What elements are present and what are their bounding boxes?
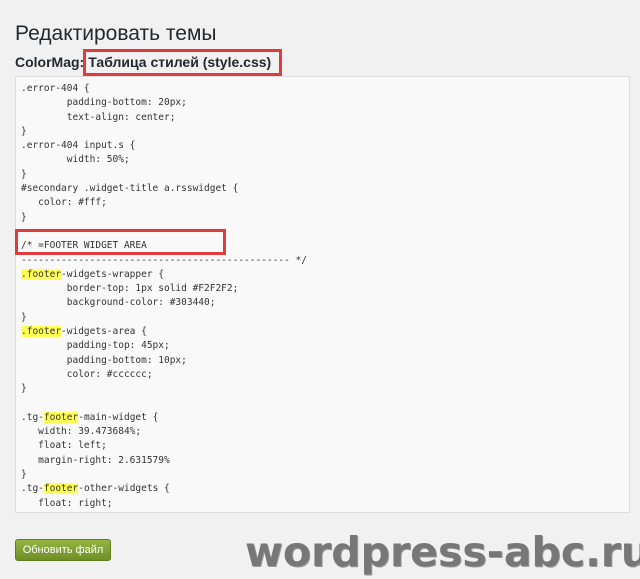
code-line: padding-bottom: 20px; bbox=[21, 96, 629, 110]
code-text: -main-widget { bbox=[78, 411, 159, 423]
code-text: } bbox=[21, 125, 27, 137]
code-text: border-top: 1px solid #F2F2F2; bbox=[21, 283, 239, 295]
code-text: margin-right: 2.631579% bbox=[21, 454, 170, 466]
code-text: } bbox=[21, 383, 27, 395]
code-text: padding-bottom: 10px; bbox=[21, 354, 187, 366]
code-text: text-align: center; bbox=[21, 111, 176, 123]
code-text: width: 50%; bbox=[21, 154, 130, 166]
code-text: } bbox=[21, 168, 27, 180]
code-text: /* =FOOTER WIDGET AREA bbox=[21, 240, 147, 252]
code-text: .tg- bbox=[21, 483, 44, 495]
code-line: .tg-footer-main-widget { bbox=[21, 411, 629, 425]
code-line: } bbox=[21, 168, 629, 182]
code-text: background-color: #303440; bbox=[21, 297, 216, 309]
code-text: } bbox=[21, 311, 27, 323]
code-content[interactable]: .error-404 { padding-bottom: 20px; text-… bbox=[16, 77, 629, 511]
code-line: .error-404 input.s { bbox=[21, 139, 629, 153]
code-text: -widgets-area { bbox=[61, 326, 147, 338]
code-line: margin-right: 2.631579% bbox=[21, 454, 629, 468]
file-heading: ColorMag: Таблица стилей (style.css) bbox=[15, 49, 283, 76]
code-line: border-top: 1px solid #F2F2F2; bbox=[21, 282, 629, 296]
code-line: text-align: center; bbox=[21, 111, 629, 125]
code-line: background-color: #303440; bbox=[21, 296, 629, 310]
code-text: ----------------------------------------… bbox=[21, 254, 307, 266]
code-line: padding-bottom: 10px; bbox=[21, 354, 629, 368]
search-highlight: .footer bbox=[21, 268, 62, 280]
search-highlight: .footer bbox=[21, 326, 62, 338]
code-editor[interactable]: .error-404 { padding-bottom: 20px; text-… bbox=[15, 76, 630, 513]
code-text: -widgets-wrapper { bbox=[61, 268, 164, 280]
code-line: width: 50%; bbox=[21, 153, 629, 167]
code-line: ----------------------------------------… bbox=[21, 254, 629, 268]
code-line: color: #cccccc; bbox=[21, 368, 629, 382]
code-text: #secondary .widget-title a.rsswidget { bbox=[21, 183, 239, 195]
code-line: float: right; bbox=[21, 497, 629, 511]
search-highlight: footer bbox=[43, 411, 79, 423]
code-line: } bbox=[21, 468, 629, 482]
code-line: /* =FOOTER WIDGET AREA bbox=[21, 239, 629, 253]
code-line: color: #fff; bbox=[21, 196, 629, 210]
code-text: } bbox=[21, 211, 27, 223]
update-file-button[interactable]: Обновить файл bbox=[15, 539, 111, 561]
code-text: float: left; bbox=[21, 440, 107, 452]
code-text: .error-404 input.s { bbox=[21, 140, 136, 152]
page-title: Редактировать темы bbox=[15, 22, 217, 46]
watermark: wordpress-abc.ru bbox=[245, 528, 640, 576]
code-line: padding-top: 45px; bbox=[21, 339, 629, 353]
code-text: -other-widgets { bbox=[78, 483, 170, 495]
code-text: .error-404 { bbox=[21, 83, 90, 94]
search-highlight: footer bbox=[43, 483, 79, 495]
code-line: float: left; bbox=[21, 439, 629, 453]
theme-name: ColorMag: bbox=[15, 54, 85, 70]
code-line: .tg-footer-other-widgets { bbox=[21, 482, 629, 496]
code-text: } bbox=[21, 469, 27, 481]
code-text: width: 39.473684%; bbox=[21, 426, 142, 438]
file-name-highlighted: Таблица стилей (style.css) bbox=[83, 49, 283, 76]
code-text: .tg- bbox=[21, 411, 44, 423]
code-line: } bbox=[21, 382, 629, 396]
code-text: float: right; bbox=[21, 497, 113, 509]
code-line: .error-404 { bbox=[21, 82, 629, 96]
code-line: #secondary .widget-title a.rsswidget { bbox=[21, 182, 629, 196]
code-line: .footer-widgets-area { bbox=[21, 325, 629, 339]
code-text: padding-bottom: 20px; bbox=[21, 97, 187, 109]
code-line: } bbox=[21, 311, 629, 325]
code-text: padding-top: 45px; bbox=[21, 340, 170, 352]
code-text: color: #fff; bbox=[21, 197, 107, 209]
code-line: width: 39.473684%; bbox=[21, 425, 629, 439]
code-line: } bbox=[21, 125, 629, 139]
code-text: color: #cccccc; bbox=[21, 368, 153, 380]
code-line: .footer-widgets-wrapper { bbox=[21, 268, 629, 282]
code-line: } bbox=[21, 211, 629, 225]
